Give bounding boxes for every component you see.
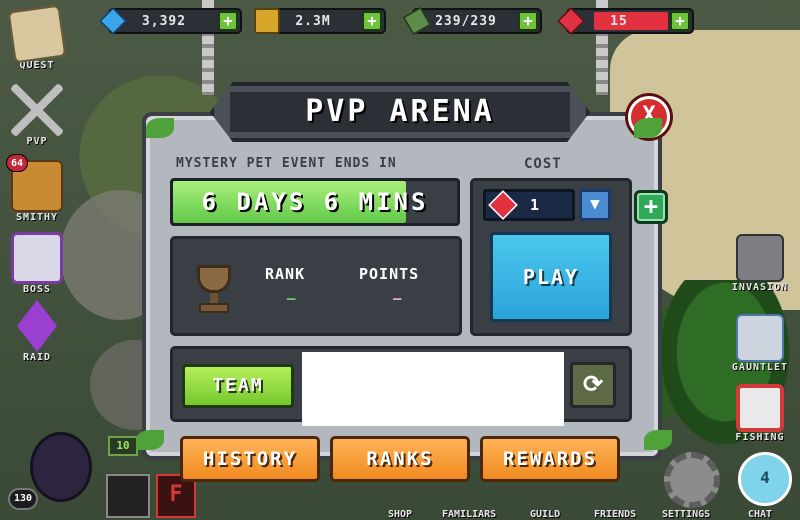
menu-fishing-label: FISHING [735, 432, 785, 443]
vine-leaf-icon [136, 430, 164, 450]
menu-gauntlet[interactable]: GAUNTLET [720, 314, 800, 373]
add-tickets-button[interactable]: + [670, 11, 690, 31]
add-gems-button[interactable]: + [218, 11, 238, 31]
menu-smithy[interactable]: 64 SMITHY [2, 154, 72, 223]
menu-smithy-label: SMITHY [15, 212, 59, 223]
ranks-button[interactable]: RANKS [330, 436, 470, 482]
gold-counter: 2.3M + [254, 8, 386, 34]
menu-raid-label: RAID [22, 352, 52, 363]
crystal-icon [17, 300, 57, 352]
gauntlet-icon [736, 314, 784, 362]
menu-quest[interactable]: QUEST [2, 4, 72, 71]
skull-boss-icon [11, 232, 63, 284]
video-reel-icon[interactable] [106, 474, 150, 518]
smithy-badge: 64 [6, 154, 28, 172]
event-timer-bar: 6 DAYS 6 MINS [170, 178, 460, 226]
player-avatar[interactable] [30, 432, 92, 502]
event-label: MYSTERY PET EVENT ENDS IN [176, 156, 397, 171]
stats-panel: RANK – POINTS – [170, 236, 462, 336]
player-level-badge: 130 [8, 488, 38, 510]
vine-leaf-icon [644, 430, 672, 450]
menu-pvp-label: PVP [26, 136, 48, 147]
scroll-icon [7, 4, 67, 64]
chevron-down-icon[interactable]: ▼ [579, 189, 611, 221]
menu-guild[interactable]: GUILD [530, 509, 560, 520]
team-button[interactable]: TEAM [182, 364, 294, 408]
menu-gauntlet-label: GAUNTLET [731, 362, 789, 373]
energy-value: 239/239 [435, 13, 497, 29]
add-ticket-button[interactable]: + [634, 190, 668, 224]
points-value: – [393, 291, 402, 307]
tickets-counter: 15 + [557, 7, 694, 35]
play-button[interactable]: PLAY [490, 232, 612, 322]
chat-button[interactable]: 4 [738, 452, 792, 506]
modal-title: PVP ARENA [305, 94, 495, 129]
cost-label: COST [524, 156, 562, 172]
menu-chat-label: CHAT [748, 509, 773, 520]
menu-settings[interactable]: SETTINGS [662, 509, 710, 520]
menu-invasion-label: INVASION [731, 282, 789, 293]
add-energy-button[interactable]: + [518, 11, 538, 31]
points-label: POINTS [359, 265, 420, 283]
history-button[interactable]: HISTORY [180, 436, 320, 482]
vine-leaf-icon [146, 118, 174, 138]
fishing-bobber-icon [736, 384, 784, 432]
trophy-icon [191, 265, 237, 315]
add-gold-button[interactable]: + [362, 11, 382, 31]
menu-raid[interactable]: RAID [2, 300, 72, 363]
energy-counter: 239/239 + [402, 6, 542, 36]
rank-value: – [287, 291, 296, 307]
menu-pvp[interactable]: PVP [2, 84, 72, 147]
menu-invasion[interactable]: INVASION [720, 234, 800, 293]
gems-counter: 3,392 + [99, 7, 242, 35]
gear-icon[interactable] [664, 452, 720, 508]
menu-boss[interactable]: BOSS [2, 232, 72, 295]
rank-label: RANK [265, 265, 306, 283]
refresh-icon[interactable]: ⟳ [570, 362, 616, 408]
menu-boss-label: BOSS [22, 284, 52, 295]
tickets-value: 15 [610, 13, 628, 29]
level-tag: 10 [108, 436, 138, 456]
chat-count: 4 [760, 468, 770, 487]
menu-shop[interactable]: SHOP [388, 509, 412, 520]
menu-quest-label: QUEST [19, 60, 55, 71]
crossed-swords-icon [11, 84, 63, 136]
event-timer-text: 6 DAYS 6 MINS [201, 188, 429, 216]
vine-leaf-icon [634, 118, 662, 138]
fortress-icon [736, 234, 784, 282]
team-preview-slot [302, 352, 564, 426]
menu-friends[interactable]: FRIENDS [594, 509, 636, 520]
menu-familiars[interactable]: FAMILIARS [442, 509, 496, 520]
gold-coin-icon [254, 8, 280, 34]
rewards-button[interactable]: REWARDS [480, 436, 620, 482]
menu-fishing[interactable]: FISHING [720, 384, 800, 443]
